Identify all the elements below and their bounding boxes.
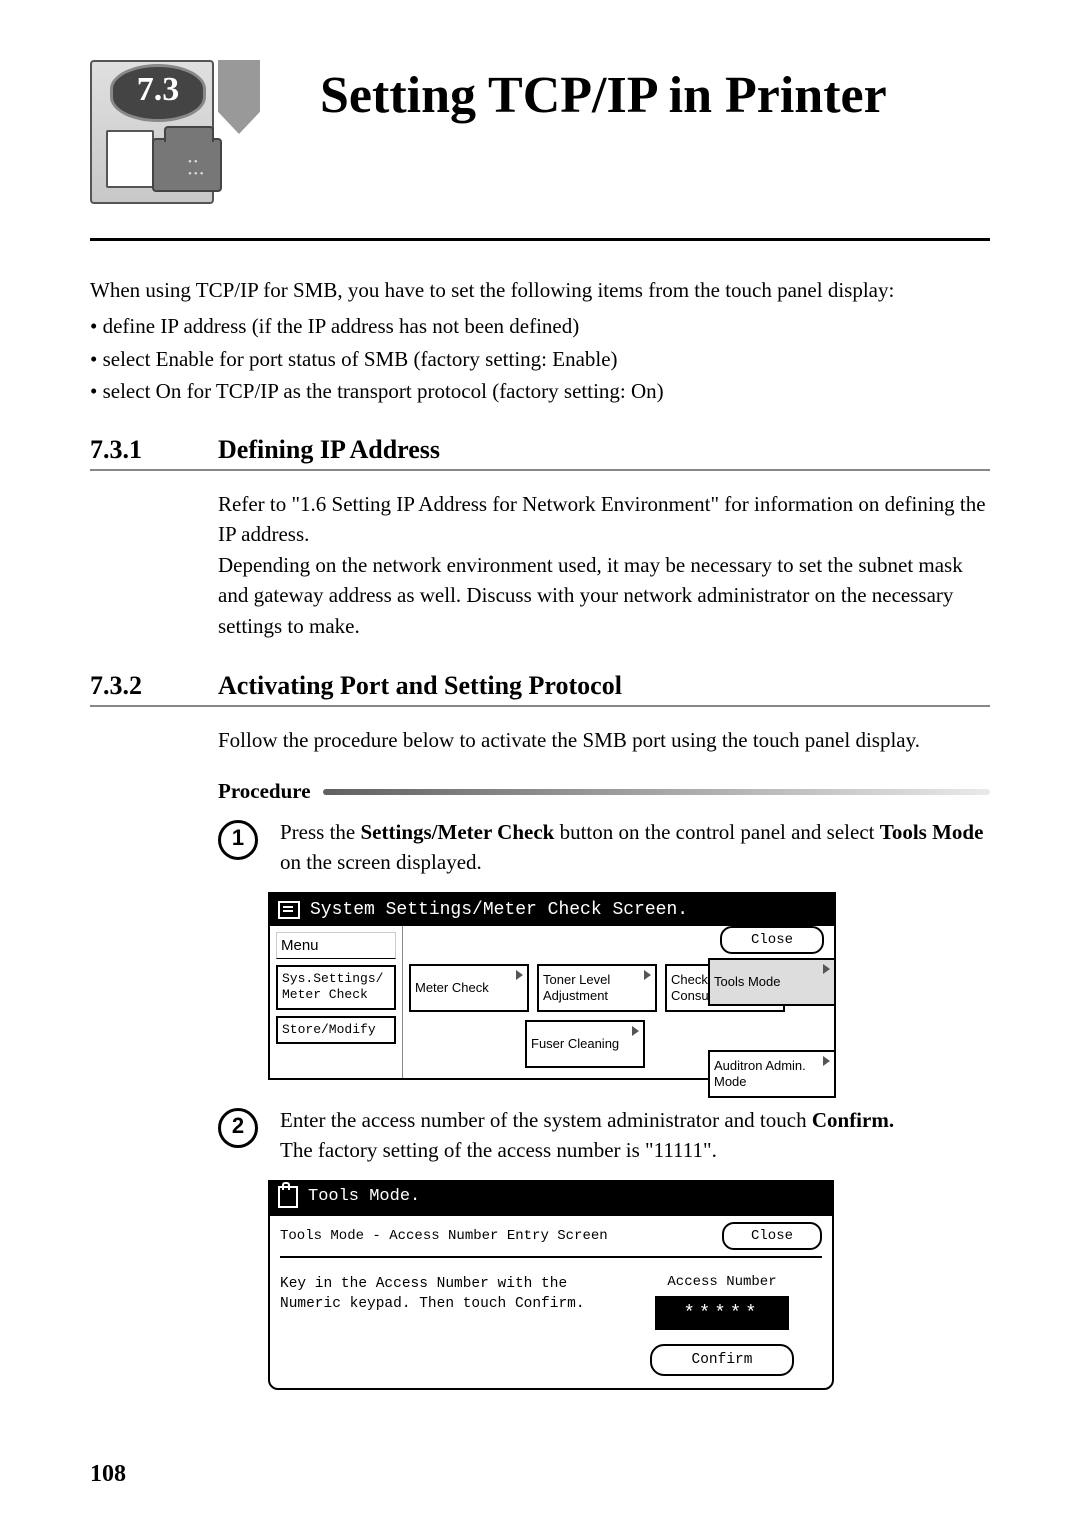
arrow-icon <box>516 970 523 980</box>
bullet-item: • select On for TCP/IP as the transport … <box>90 376 990 406</box>
arrow-icon <box>644 970 651 980</box>
store-modify-button[interactable]: Store/Modify <box>276 1016 396 1044</box>
step-number-icon: 1 <box>218 820 258 860</box>
intro-block: When using TCP/IP for SMB, you have to s… <box>90 275 990 407</box>
menu-label: Menu <box>276 932 396 959</box>
tools-mode-button[interactable]: Tools Mode <box>708 958 836 1006</box>
screen-title: System Settings/Meter Check Screen. <box>310 900 688 920</box>
intro-text: When using TCP/IP for SMB, you have to s… <box>90 275 990 305</box>
step-1: 1 Press the Settings/Meter Check button … <box>218 818 990 878</box>
printer-icon <box>152 138 222 192</box>
section-731-body: Refer to "1.6 Setting IP Address for Net… <box>218 489 990 641</box>
close-button[interactable]: Close <box>722 1222 822 1250</box>
chapter-number: 7.3 <box>110 64 206 122</box>
screen-title-bar: Tools Mode. <box>268 1180 834 1214</box>
meter-check-button[interactable]: Meter Check <box>409 964 529 1012</box>
divider <box>90 469 990 471</box>
section-title: Defining IP Address <box>218 435 440 465</box>
sys-settings-button[interactable]: Sys.Settings/ Meter Check <box>276 965 396 1010</box>
fuser-cleaning-button[interactable]: Fuser Cleaning <box>525 1020 645 1068</box>
text: Press the <box>280 820 361 844</box>
bullet-list: • define IP address (if the IP address h… <box>90 311 990 406</box>
text: Enter the access number of the system ad… <box>280 1108 812 1132</box>
tools-mode-screen: Tools Mode. Tools Mode - Access Number E… <box>268 1180 834 1390</box>
toner-level-button[interactable]: Toner Level Adjustment <box>537 964 657 1012</box>
arrow-icon <box>823 1056 830 1066</box>
procedure-header: Procedure <box>218 779 990 804</box>
step-number-icon: 2 <box>218 1108 258 1148</box>
section-732-lead-text: Follow the procedure below to activate t… <box>218 725 990 755</box>
step-1-text: Press the Settings/Meter Check button on… <box>280 818 990 878</box>
bullet-item: • select Enable for port status of SMB (… <box>90 344 990 374</box>
access-number-group: Access Number ***** Confirm <box>622 1274 822 1376</box>
bullet-item: • define IP address (if the IP address h… <box>90 311 990 341</box>
section-732-lead: Follow the procedure below to activate t… <box>218 725 990 755</box>
section-731-heading: 7.3.1 Defining IP Address <box>90 435 990 465</box>
screen-icon <box>278 901 300 919</box>
screen-title: Tools Mode. <box>308 1187 420 1206</box>
divider <box>90 238 990 241</box>
bold-text: Settings/Meter Check <box>361 820 555 844</box>
document-icon <box>106 130 154 188</box>
chapter-header: 7.3 ••••• Setting TCP/IP in Printer <box>90 60 990 200</box>
main-column: Close Meter Check Toner Level Adjustment… <box>403 926 834 1078</box>
page-number: 108 <box>90 1461 126 1488</box>
access-number-field[interactable]: ***** <box>655 1296 789 1330</box>
chapter-title: Setting TCP/IP in Printer <box>320 66 887 125</box>
tab-label: Tools Mode - Access Number Entry Screen <box>280 1228 714 1244</box>
bold-text: Confirm. <box>812 1108 894 1132</box>
procedure-label: Procedure <box>218 779 311 804</box>
divider <box>90 705 990 707</box>
screen-title-bar: System Settings/Meter Check Screen. <box>270 894 834 926</box>
section-number: 7.3.2 <box>90 671 180 701</box>
text: The factory setting of the access number… <box>280 1138 717 1162</box>
button-label: Fuser Cleaning <box>531 1036 619 1052</box>
text: on the screen displayed. <box>280 850 482 874</box>
button-label: Meter Check <box>415 980 489 996</box>
auditron-admin-button[interactable]: Auditron Admin. Mode <box>708 1050 836 1098</box>
arrow-icon <box>823 964 830 974</box>
button-label: Auditron Admin. Mode <box>714 1058 830 1089</box>
chapter-badge: 7.3 ••••• <box>90 60 290 200</box>
procedure-rule <box>323 789 990 795</box>
system-settings-screen: System Settings/Meter Check Screen. Menu… <box>268 892 836 1080</box>
step-2: 2 Enter the access number of the system … <box>218 1106 990 1166</box>
lock-icon <box>278 1186 298 1208</box>
section-title: Activating Port and Setting Protocol <box>218 671 622 701</box>
bookmark-icon <box>218 60 260 134</box>
section-732-heading: 7.3.2 Activating Port and Setting Protoc… <box>90 671 990 701</box>
confirm-button[interactable]: Confirm <box>650 1344 794 1376</box>
instruction-text: Key in the Access Number with the Numeri… <box>280 1274 598 1376</box>
access-number-label: Access Number <box>622 1274 822 1290</box>
close-button[interactable]: Close <box>720 926 824 954</box>
section-731-text: Refer to "1.6 Setting IP Address for Net… <box>218 489 990 641</box>
step-2-text: Enter the access number of the system ad… <box>280 1106 894 1166</box>
tab-row: Tools Mode - Access Number Entry Screen … <box>280 1216 822 1258</box>
arrow-icon <box>632 1026 639 1036</box>
button-label: Tools Mode <box>714 974 780 990</box>
dots-icon: ••••• <box>188 156 208 176</box>
button-label: Toner Level Adjustment <box>543 972 651 1003</box>
text: button on the control panel and select <box>554 820 879 844</box>
bold-text: Tools Mode <box>880 820 984 844</box>
menu-column: Menu Sys.Settings/ Meter Check Store/Mod… <box>270 926 403 1078</box>
section-number: 7.3.1 <box>90 435 180 465</box>
